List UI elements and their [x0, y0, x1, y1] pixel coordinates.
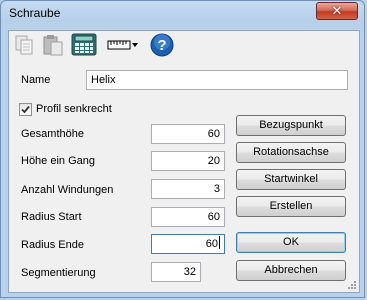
paste-icon[interactable]	[41, 33, 65, 57]
calculator-icon[interactable]	[71, 32, 97, 58]
radius-ende-label: Radius Ende	[21, 239, 84, 251]
help-symbol: ?	[157, 37, 166, 54]
name-field[interactable]: Helix	[86, 70, 348, 90]
gesamthoehe-field[interactable]: 60	[151, 124, 225, 144]
window-title: Schraube	[9, 6, 61, 20]
close-button[interactable]: ✕	[316, 2, 358, 20]
radius-start-field[interactable]: 60	[151, 207, 225, 227]
abbrechen-button[interactable]: Abbrechen	[236, 260, 346, 281]
dialog-client: ? Name Helix Profil senkrecht Gesamthöhe…	[8, 30, 360, 293]
dialog-window: Schraube ✕ ? Name Helix Profil senkrecht…	[0, 0, 365, 298]
profil-senkrecht-label: Profil senkrecht	[36, 103, 112, 115]
segmentierung-field[interactable]: 32	[151, 262, 201, 282]
help-icon[interactable]: ?	[149, 32, 175, 58]
resize-grip-icon[interactable]	[347, 280, 357, 290]
anzahl-windungen-label: Anzahl Windungen	[21, 184, 114, 196]
ok-button[interactable]: OK	[236, 232, 346, 253]
check-icon	[21, 105, 30, 114]
radius-ende-value: 60	[205, 238, 218, 250]
copy-icon[interactable]	[12, 33, 36, 57]
hoehe-ein-gang-label: Höhe ein Gang	[21, 155, 95, 167]
ruler-dropdown-icon[interactable]	[107, 33, 141, 57]
close-icon: ✕	[331, 3, 343, 18]
text-caret	[219, 236, 220, 249]
gesamthoehe-label: Gesamthöhe	[21, 128, 84, 140]
erstellen-button[interactable]: Erstellen	[236, 196, 346, 217]
rotationsachse-button[interactable]: Rotationsachse	[236, 142, 346, 163]
anzahl-windungen-field[interactable]: 3	[151, 179, 225, 199]
hoehe-ein-gang-field[interactable]: 20	[151, 151, 225, 171]
radius-start-label: Radius Start	[21, 211, 82, 223]
segmentierung-label: Segmentierung	[21, 267, 96, 279]
radius-ende-field[interactable]: 60	[151, 234, 225, 254]
bezugspunkt-button[interactable]: Bezugspunkt	[236, 115, 346, 136]
profil-senkrecht-checkbox[interactable]	[19, 103, 32, 116]
startwinkel-button[interactable]: Startwinkel	[236, 169, 346, 190]
title-bar[interactable]: Schraube ✕	[1, 1, 364, 25]
name-label: Name	[21, 74, 51, 86]
